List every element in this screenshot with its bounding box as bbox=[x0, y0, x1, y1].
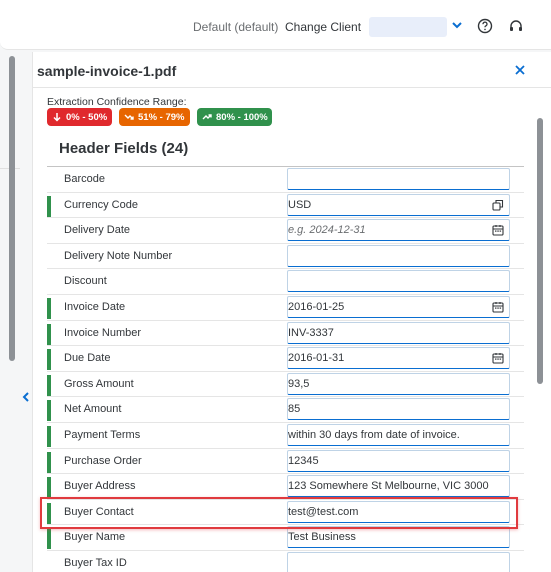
field-value: 123 Somewhere St Melbourne, VIC 3000 bbox=[288, 480, 489, 493]
field-label: Buyer Name bbox=[64, 531, 126, 544]
confidence-range-label: Extraction Confidence Range: bbox=[47, 96, 187, 108]
confidence-indicator bbox=[47, 528, 51, 550]
confidence-indicator bbox=[47, 400, 51, 422]
field-input[interactable]: e.g. 2024-12-31 bbox=[287, 219, 510, 242]
left-scrollbar[interactable] bbox=[9, 56, 15, 361]
confidence-indicator bbox=[47, 195, 51, 217]
arrow-down-icon bbox=[53, 113, 61, 122]
field-input[interactable]: 85 bbox=[287, 398, 510, 421]
field-value: INV-3337 bbox=[288, 326, 334, 339]
field-label: Payment Terms bbox=[64, 428, 141, 441]
field-row: Purchase Order 12345 bbox=[47, 449, 524, 475]
panel-header: sample-invoice-1.pdf bbox=[33, 52, 551, 88]
close-icon[interactable] bbox=[514, 64, 526, 76]
calendar-icon[interactable] bbox=[492, 352, 504, 364]
field-row: Buyer Name Test Business bbox=[47, 525, 524, 551]
field-row: Discount bbox=[47, 269, 524, 295]
calendar-icon[interactable] bbox=[492, 224, 504, 236]
field-label: Delivery Date bbox=[64, 224, 131, 237]
field-label: Discount bbox=[64, 275, 107, 288]
field-row: Invoice Date 2016-01-25 bbox=[47, 295, 524, 321]
field-row: Buyer Tax ID bbox=[47, 551, 524, 572]
badge-label: 0% - 50% bbox=[66, 111, 108, 123]
field-label: Invoice Number bbox=[64, 326, 142, 339]
field-input[interactable]: 123 Somewhere St Melbourne, VIC 3000 bbox=[287, 475, 510, 498]
badge-label: 51% - 79% bbox=[138, 111, 185, 123]
field-input[interactable]: 2016-01-31 bbox=[287, 347, 510, 370]
confidence-indicator bbox=[47, 477, 51, 499]
field-value: 85 bbox=[288, 403, 301, 416]
client-default-label: Default (default) bbox=[193, 20, 279, 34]
field-label: Purchase Order bbox=[64, 454, 142, 467]
calendar-icon[interactable] bbox=[492, 301, 504, 313]
field-input[interactable]: USD bbox=[287, 193, 510, 216]
field-row: Barcode bbox=[47, 167, 524, 193]
confidence-badge-high: 80% - 100% bbox=[197, 108, 272, 126]
field-value: 12345 bbox=[288, 454, 319, 467]
confidence-indicator bbox=[47, 297, 51, 319]
confidence-indicator bbox=[47, 425, 51, 447]
field-label: Buyer Tax ID bbox=[64, 556, 127, 569]
field-label: Gross Amount bbox=[64, 377, 134, 390]
field-row: Buyer Address 123 Somewhere St Melbourne,… bbox=[47, 474, 524, 500]
field-input[interactable]: Test Business bbox=[287, 526, 510, 549]
field-row: Gross Amount 93,5 bbox=[47, 372, 524, 398]
field-placeholder: e.g. 2024-12-31 bbox=[288, 224, 366, 237]
confidence-badge-medium: 51% - 79% bbox=[119, 108, 190, 126]
field-input[interactable]: 93,5 bbox=[287, 372, 510, 395]
badge-label: 80% - 100% bbox=[216, 111, 268, 123]
field-input[interactable]: INV-3337 bbox=[287, 321, 510, 344]
field-input[interactable] bbox=[287, 168, 510, 190]
panel-title: sample-invoice-1.pdf bbox=[37, 63, 177, 79]
field-row: Due Date 2016-01-31 bbox=[47, 346, 524, 372]
panel-scrollbar[interactable] bbox=[537, 118, 543, 384]
copy-icon[interactable] bbox=[492, 199, 504, 211]
field-input[interactable] bbox=[287, 244, 510, 267]
field-input[interactable] bbox=[287, 551, 510, 572]
help-icon[interactable] bbox=[477, 18, 493, 34]
chevron-down-icon[interactable] bbox=[450, 18, 464, 32]
field-label: Net Amount bbox=[64, 403, 122, 416]
field-value: 2016-01-31 bbox=[288, 352, 345, 365]
field-label: Currency Code bbox=[64, 198, 138, 211]
shell-bar: Default (default) Change Client bbox=[0, 0, 551, 50]
field-label: Due Date bbox=[64, 352, 111, 365]
field-value: Test Business bbox=[288, 531, 356, 544]
field-row: Delivery Note Number bbox=[47, 244, 524, 270]
change-client-label: Change Client bbox=[285, 20, 362, 34]
confidence-indicator bbox=[47, 374, 51, 396]
trend-up-icon bbox=[202, 114, 212, 120]
field-value: 93,5 bbox=[288, 377, 310, 390]
extraction-panel: sample-invoice-1.pdf Extraction Confiden… bbox=[32, 52, 551, 572]
field-row: Currency Code USD bbox=[47, 193, 524, 219]
field-label: Invoice Date bbox=[64, 300, 126, 313]
field-row: Net Amount 85 bbox=[47, 397, 524, 423]
splitter[interactable] bbox=[20, 50, 32, 572]
field-input[interactable]: within 30 days from date of invoice. bbox=[287, 423, 510, 446]
field-row: Delivery Date e.g. 2024-12-31 bbox=[47, 218, 524, 244]
headset-icon[interactable] bbox=[508, 18, 524, 34]
field-input[interactable]: 12345 bbox=[287, 449, 510, 472]
field-input[interactable] bbox=[287, 270, 510, 293]
highlight-box bbox=[40, 497, 518, 529]
field-label: Delivery Note Number bbox=[64, 249, 173, 262]
client-select[interactable] bbox=[369, 17, 447, 37]
confidence-badge-low: 0% - 50% bbox=[47, 108, 112, 126]
field-label: Barcode bbox=[64, 173, 105, 185]
field-value: within 30 days from date of invoice. bbox=[288, 428, 460, 441]
field-label: Buyer Address bbox=[64, 480, 136, 493]
chevron-left-icon[interactable] bbox=[21, 390, 31, 404]
field-input[interactable]: 2016-01-25 bbox=[287, 295, 510, 318]
field-value: USD bbox=[288, 198, 312, 211]
confidence-indicator bbox=[47, 349, 51, 371]
field-value: 2016-01-25 bbox=[288, 300, 345, 313]
field-row: Payment Terms within 30 days from date of… bbox=[47, 423, 524, 449]
confidence-indicator bbox=[47, 451, 51, 473]
trend-down-icon bbox=[124, 114, 134, 120]
section-title: Header Fields (24) bbox=[59, 140, 189, 157]
field-row: Invoice Number INV-3337 bbox=[47, 321, 524, 347]
confidence-indicator bbox=[47, 323, 51, 345]
